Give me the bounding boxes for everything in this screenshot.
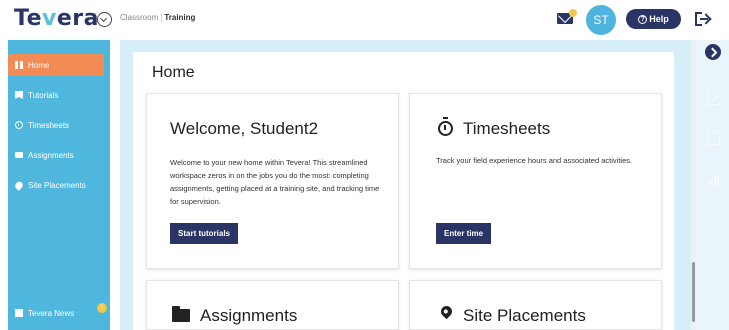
folder-icon xyxy=(15,152,23,158)
sidebar-item-timesheets[interactable]: Timesheets xyxy=(8,114,104,136)
tutorials-icon xyxy=(15,91,23,99)
sidebar-item-home[interactable]: Home xyxy=(8,54,104,76)
sidebar-item-site-placements[interactable]: Site Placements xyxy=(8,174,104,196)
question-icon: ? xyxy=(638,14,648,24)
scrollbar-thumb[interactable] xyxy=(692,262,695,322)
sidebar-item-label: Assignments xyxy=(28,150,74,160)
news-badge: ! xyxy=(97,303,107,313)
timesheets-title: Timesheets xyxy=(463,119,551,138)
welcome-title: Welcome, Student2 xyxy=(170,119,319,138)
page-title: Home xyxy=(152,64,195,81)
sidebar-item-tevera-news[interactable]: Tevera News xyxy=(8,302,104,324)
timesheets-description: Track your field experience hours and as… xyxy=(436,156,633,165)
avatar[interactable]: ST xyxy=(586,5,616,35)
folder-icon xyxy=(172,306,190,322)
tevera-logo[interactable]: Tevera xyxy=(14,6,99,31)
news-icon xyxy=(15,309,23,317)
breadcrumb-parent[interactable]: Classroom xyxy=(120,13,158,22)
chart-icon[interactable] xyxy=(707,92,720,105)
enter-time-button[interactable]: Enter time xyxy=(436,223,492,244)
sidebar-item-assignments[interactable]: Assignments xyxy=(8,144,104,166)
sidebar-item-label: Tevera News xyxy=(28,308,75,318)
welcome-description: Welcome to your new home within Tevera! … xyxy=(170,158,380,206)
notification-dot xyxy=(569,9,577,17)
bar-chart-icon[interactable] xyxy=(707,172,720,185)
stopwatch-icon xyxy=(438,117,453,136)
sidebar-item-label: Tutorials xyxy=(28,90,59,100)
chevron-circle-icon[interactable] xyxy=(97,12,112,27)
pin-icon xyxy=(13,179,25,191)
breadcrumb: Classroom | Training xyxy=(120,13,195,22)
top-bar: Tevera Classroom | Training ST ? Help xyxy=(0,0,729,40)
breadcrumb-separator: | xyxy=(160,13,163,22)
logout-icon[interactable] xyxy=(695,12,711,26)
site-placements-title: Site Placements xyxy=(463,306,586,325)
home-icon xyxy=(15,61,23,69)
right-rail xyxy=(696,40,729,330)
breadcrumb-current: Training xyxy=(164,13,196,22)
sidebar-item-label: Site Placements xyxy=(28,180,86,190)
help-label: Help xyxy=(649,14,669,24)
start-tutorials-button[interactable]: Start tutorials xyxy=(170,223,239,244)
sidebar-item-label: Timesheets xyxy=(28,120,70,130)
document-icon[interactable] xyxy=(707,132,720,145)
sidebar-item-tutorials[interactable]: Tutorials xyxy=(8,84,104,106)
sidebar-item-label: Home xyxy=(28,60,50,70)
help-button[interactable]: ? Help xyxy=(626,9,681,29)
stopwatch-icon xyxy=(15,121,23,129)
assignments-title: Assignments xyxy=(200,306,298,325)
expand-icon[interactable] xyxy=(705,44,721,60)
